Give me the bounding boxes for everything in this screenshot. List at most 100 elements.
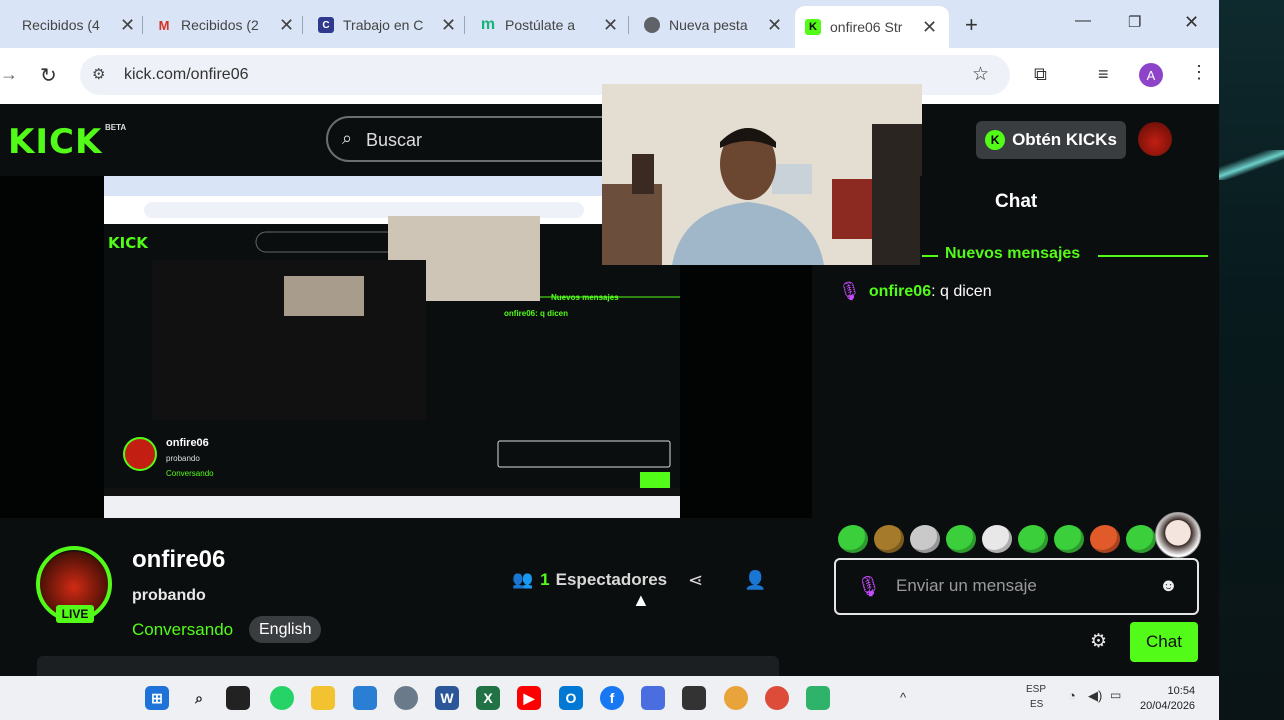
emote-icon[interactable] — [1126, 525, 1156, 553]
restore-icon[interactable]: ❐ — [1128, 13, 1141, 31]
svg-text:probando: probando — [166, 454, 200, 463]
viewers-number: 1 — [540, 570, 550, 589]
app-icon[interactable] — [641, 686, 665, 710]
emote-icon[interactable] — [1090, 525, 1120, 553]
emoji-icon[interactable]: ☻ — [1159, 575, 1178, 596]
stream-category[interactable]: Conversando — [132, 620, 233, 640]
settings-icon[interactable] — [394, 686, 418, 710]
close-icon[interactable]: ✕ — [603, 15, 618, 36]
file-explorer-icon[interactable] — [311, 686, 335, 710]
task-view-icon[interactable] — [226, 686, 250, 710]
window-close-icon[interactable]: ✕ — [1184, 12, 1199, 33]
desktop-background — [1219, 0, 1284, 720]
tab-nueva-pestana[interactable]: Nueva pesta ✕ — [644, 8, 784, 42]
profile-avatar[interactable]: A — [1139, 63, 1163, 87]
svg-text:onfire06: onfire06 — [166, 437, 209, 449]
close-icon[interactable]: ✕ — [922, 17, 937, 38]
emote-icon[interactable] — [946, 525, 976, 553]
store-icon[interactable] — [353, 686, 377, 710]
new-tab-button[interactable]: + — [965, 12, 978, 38]
divider — [922, 255, 938, 257]
viewers-icon: 👥 — [512, 570, 534, 589]
bookmark-star-icon[interactable]: ☆ — [972, 63, 989, 86]
whatsapp-icon[interactable] — [270, 686, 294, 710]
kick-logo[interactable]: KICK — [8, 122, 102, 162]
clock-time: 10:54 — [1167, 685, 1196, 697]
kick-icon: K — [805, 19, 821, 35]
get-kicks-label: Obtén KICKs — [1012, 130, 1117, 149]
clock-date: 20/04/2026 — [1140, 700, 1196, 712]
kicks-coin-icon: K — [985, 130, 1006, 150]
tab-onfire06[interactable]: K onfire06 Str ✕ — [795, 6, 949, 48]
extensions-icon[interactable]: ⧉ — [1034, 64, 1047, 85]
facebook-icon[interactable]: f — [600, 686, 624, 710]
tab-trabajo[interactable]: C Trabajo en C ✕ — [318, 8, 458, 42]
menu-icon[interactable]: ⋮ — [1190, 62, 1208, 83]
recorder-icon[interactable] — [806, 686, 830, 710]
share-icon[interactable]: ⋖ — [688, 570, 703, 591]
close-icon[interactable]: ✕ — [279, 15, 294, 36]
emote-icon[interactable] — [910, 525, 940, 553]
emote-icon[interactable] — [982, 525, 1012, 553]
outlook-icon[interactable]: O — [559, 686, 583, 710]
user-avatar[interactable] — [1138, 122, 1172, 156]
tab-label: Recibidos (4 — [22, 17, 100, 33]
nested-screen-capture: KICK Nuevos mensajes onfire06: q dicen o… — [104, 176, 680, 518]
chrome-taskbar-icon[interactable] — [724, 686, 748, 710]
chevron-up-icon[interactable]: ^ — [900, 690, 906, 705]
search-icon: ⌕ — [342, 128, 353, 148]
tab-label: onfire06 Str — [830, 19, 903, 35]
tab-recibidos-1[interactable]: Recibidos (4 ✕ — [0, 8, 140, 42]
browser-tab-bar: Recibidos (4 ✕ M Recibidos (2 ✕ C Trabaj… — [0, 0, 1219, 48]
youtube-icon[interactable]: ▶ — [517, 686, 541, 710]
forward-icon[interactable]: → — [0, 64, 18, 85]
send-chat-button[interactable]: Chat — [1130, 622, 1198, 662]
lang-bottom[interactable]: ES — [1030, 699, 1043, 710]
gmail-icon: M — [158, 17, 170, 33]
close-icon[interactable]: ✕ — [120, 15, 135, 36]
clock[interactable]: 10:54 20/04/2026 — [1140, 684, 1195, 714]
chrome-active-icon[interactable] — [765, 686, 789, 710]
wifi-icon[interactable]: ◔ — [1068, 688, 1076, 703]
site-settings-icon[interactable]: ⚙ — [92, 65, 105, 83]
search-placeholder: Buscar — [366, 130, 423, 150]
chat-message-text: : q dicen — [931, 282, 992, 300]
new-messages-label: Nuevos mensajes — [945, 245, 1081, 262]
emote-icon[interactable] — [1018, 525, 1048, 553]
svg-text:KICK: KICK — [108, 234, 149, 252]
battery-icon[interactable]: ▭ — [1110, 688, 1121, 702]
viewers-label: Espectadores — [555, 570, 668, 589]
channel-name[interactable]: onfire06 — [132, 546, 225, 574]
chat-message-user[interactable]: onfire06 — [869, 283, 931, 301]
reload-icon[interactable]: ↻ — [40, 63, 57, 88]
volume-icon[interactable]: ◀) — [1088, 688, 1102, 704]
close-icon[interactable]: ✕ — [767, 15, 782, 36]
chat-title: Chat — [995, 191, 1038, 212]
media-control-icon[interactable]: ≡ — [1098, 64, 1109, 85]
chat-message: 🎙 onfire06 : q dicen — [838, 281, 992, 302]
emote-icon[interactable] — [874, 525, 904, 553]
emote-picker-avatar[interactable] — [1155, 512, 1201, 558]
close-icon[interactable]: ✕ — [441, 15, 456, 36]
emote-icon[interactable] — [838, 525, 868, 553]
svg-text:onfire06: q dicen: onfire06: q dicen — [504, 309, 568, 318]
solitaire-icon[interactable] — [682, 686, 706, 710]
get-kicks-button[interactable]: K Obtén KICKs — [976, 121, 1126, 159]
emote-row — [838, 522, 1168, 556]
chrome-icon — [644, 17, 660, 33]
tab-postulate[interactable]: m Postúlate a ✕ — [480, 8, 620, 42]
url-text[interactable]: kick.com/onfire06 — [124, 66, 249, 84]
word-icon[interactable]: W — [435, 686, 459, 710]
live-badge: LIVE — [56, 605, 94, 623]
tab-label: Recibidos (2 — [181, 17, 259, 33]
windows-start-icon[interactable]: ⊞ — [145, 686, 169, 710]
lang-top[interactable]: ESP — [1026, 684, 1046, 695]
emote-icon[interactable] — [1054, 525, 1084, 553]
follow-user-icon[interactable]: 👤 — [744, 570, 766, 591]
language-tag[interactable]: English — [249, 616, 322, 643]
taskbar-search-icon[interactable]: ⌕ — [187, 686, 211, 710]
tab-recibidos-2[interactable]: M Recibidos (2 ✕ — [156, 8, 296, 42]
minimize-icon[interactable]: — — [1075, 12, 1091, 30]
chat-settings-icon[interactable]: ⚙ — [1090, 630, 1107, 653]
excel-icon[interactable]: X — [476, 686, 500, 710]
